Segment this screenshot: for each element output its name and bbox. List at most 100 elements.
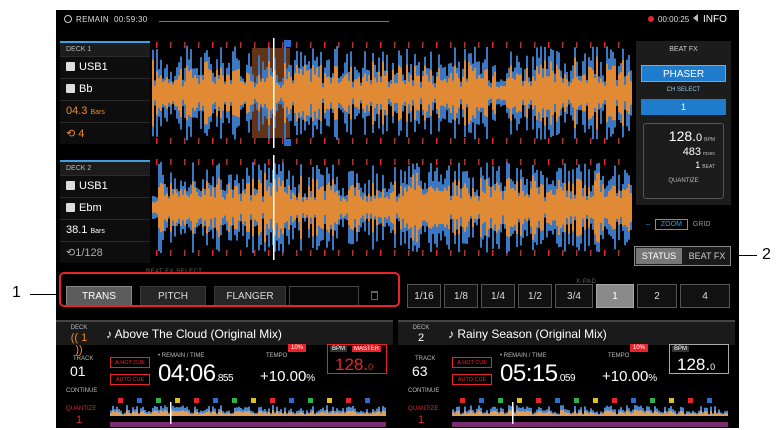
deck1-key: Bb	[60, 78, 150, 100]
waveform-bar	[542, 77, 544, 109]
waveform-bar	[544, 60, 546, 126]
waveform-bar	[218, 79, 220, 107]
waveform-bar	[394, 181, 396, 234]
overview-bar	[552, 414, 554, 416]
waveform-bar	[490, 197, 492, 218]
overview-bar	[694, 413, 696, 416]
waveform-bar	[402, 196, 404, 219]
beat-tick	[156, 138, 158, 144]
overview-bar	[642, 411, 644, 416]
waveform-bar	[358, 190, 360, 225]
beat-tick	[254, 250, 256, 256]
overview-bar	[622, 412, 624, 416]
beat-tick	[394, 138, 396, 144]
waveform-bar	[536, 66, 538, 120]
beat-tick	[394, 42, 396, 48]
waveform-bar	[230, 83, 232, 103]
waveform-bar	[524, 80, 526, 106]
waveform-bar	[472, 188, 474, 227]
overview-bar	[118, 412, 120, 416]
status-button[interactable]: STATUS	[636, 248, 682, 264]
overview-bar	[374, 413, 376, 416]
info-button[interactable]: INFO	[693, 14, 727, 25]
waveform-bar	[312, 65, 314, 121]
waveform-bar	[328, 76, 330, 110]
waveform-bar	[582, 74, 584, 112]
overview-bar	[140, 411, 142, 416]
waveform-bar	[398, 65, 400, 121]
zoom-button[interactable]: ZOOM	[654, 219, 688, 230]
waveform-bar	[498, 87, 500, 99]
waveform-bar	[506, 179, 508, 236]
waveform-bar	[384, 197, 386, 218]
waveform-bar	[506, 78, 508, 108]
xpad-4[interactable]: 4	[680, 284, 730, 308]
deck2-waveform[interactable]	[152, 155, 632, 260]
xpad-1-4[interactable]: 1/4	[481, 284, 515, 308]
waveform-bar	[510, 65, 512, 121]
xpad-1-16[interactable]: 1/16	[407, 284, 441, 308]
beat-tick	[478, 42, 480, 48]
hot-cue-marker	[612, 398, 617, 403]
overview-bar	[614, 412, 616, 416]
waveform-bar	[448, 78, 450, 108]
xpad-1[interactable]: 1	[596, 284, 634, 308]
overview-bar	[464, 410, 466, 416]
overview-bar	[510, 410, 512, 416]
waveform-bar	[324, 199, 326, 216]
waveform-bar	[286, 193, 288, 222]
xpad-1-8[interactable]: 1/8	[444, 284, 478, 308]
recording-time: 00:00:25	[648, 15, 689, 24]
overview-bar	[334, 413, 336, 416]
deck1-waveform[interactable]	[152, 38, 632, 148]
waveform-bar	[284, 63, 286, 123]
waveform-bar	[276, 191, 278, 224]
music-note-icon: ♪	[448, 327, 454, 341]
waveform-bar	[546, 192, 548, 223]
waveform-bar	[354, 79, 356, 107]
overview-bar	[526, 410, 528, 416]
waveform-bar	[476, 195, 478, 220]
beat-fx-button[interactable]: BEAT FX	[685, 248, 729, 264]
waveform-bar	[616, 85, 618, 101]
usb-icon	[66, 181, 75, 190]
waveform-bar	[476, 78, 478, 108]
xpad-1-2[interactable]: 1/2	[518, 284, 552, 308]
waveform-bar	[228, 75, 230, 111]
waveform-bar	[262, 201, 264, 214]
waveform-bar	[210, 70, 212, 116]
beat-fx-effect[interactable]: PHASER	[641, 65, 726, 82]
zoom-grid-toggle[interactable]: – ZOOM GRID	[646, 219, 710, 230]
xpad-2[interactable]: 2	[637, 284, 677, 308]
beat-tick	[464, 42, 466, 48]
waveform-bar	[370, 201, 372, 214]
deck2-overview-waveform[interactable]	[452, 398, 728, 428]
fx-quantize: QUANTIZE	[668, 178, 699, 184]
xpad-3-4[interactable]: 3/4	[555, 284, 593, 308]
ch-select-value[interactable]: 1	[641, 99, 726, 115]
waveform-bar	[442, 80, 444, 106]
beat-tick	[408, 138, 410, 144]
overview-bar	[262, 412, 264, 416]
deck1-overview-waveform[interactable]	[110, 398, 386, 428]
waveform-bar	[408, 185, 410, 230]
overview-bar	[354, 411, 356, 416]
waveform-bar	[300, 176, 302, 239]
top-bar: REMAIN 00:59:30 00:00:25 INFO	[56, 10, 739, 32]
hot-cue-marker	[669, 398, 674, 403]
waveform-bar	[300, 69, 302, 117]
beat-tick	[618, 250, 620, 256]
overview-bar	[624, 413, 626, 416]
deck1-track-title: ♪ Above The Cloud (Original Mix)	[106, 327, 282, 341]
beat-tick	[170, 42, 172, 48]
waveform-bar	[520, 179, 522, 236]
deck1-source: USB1	[60, 56, 150, 78]
beat-tick	[380, 159, 382, 165]
waveform-bar	[438, 190, 440, 225]
overview-bar	[630, 413, 632, 416]
hot-cue-marker	[536, 398, 541, 403]
grid-button[interactable]: GRID	[693, 221, 711, 228]
beat-tick	[156, 159, 158, 165]
overview-bar	[626, 410, 628, 416]
overview-bar	[688, 413, 690, 416]
